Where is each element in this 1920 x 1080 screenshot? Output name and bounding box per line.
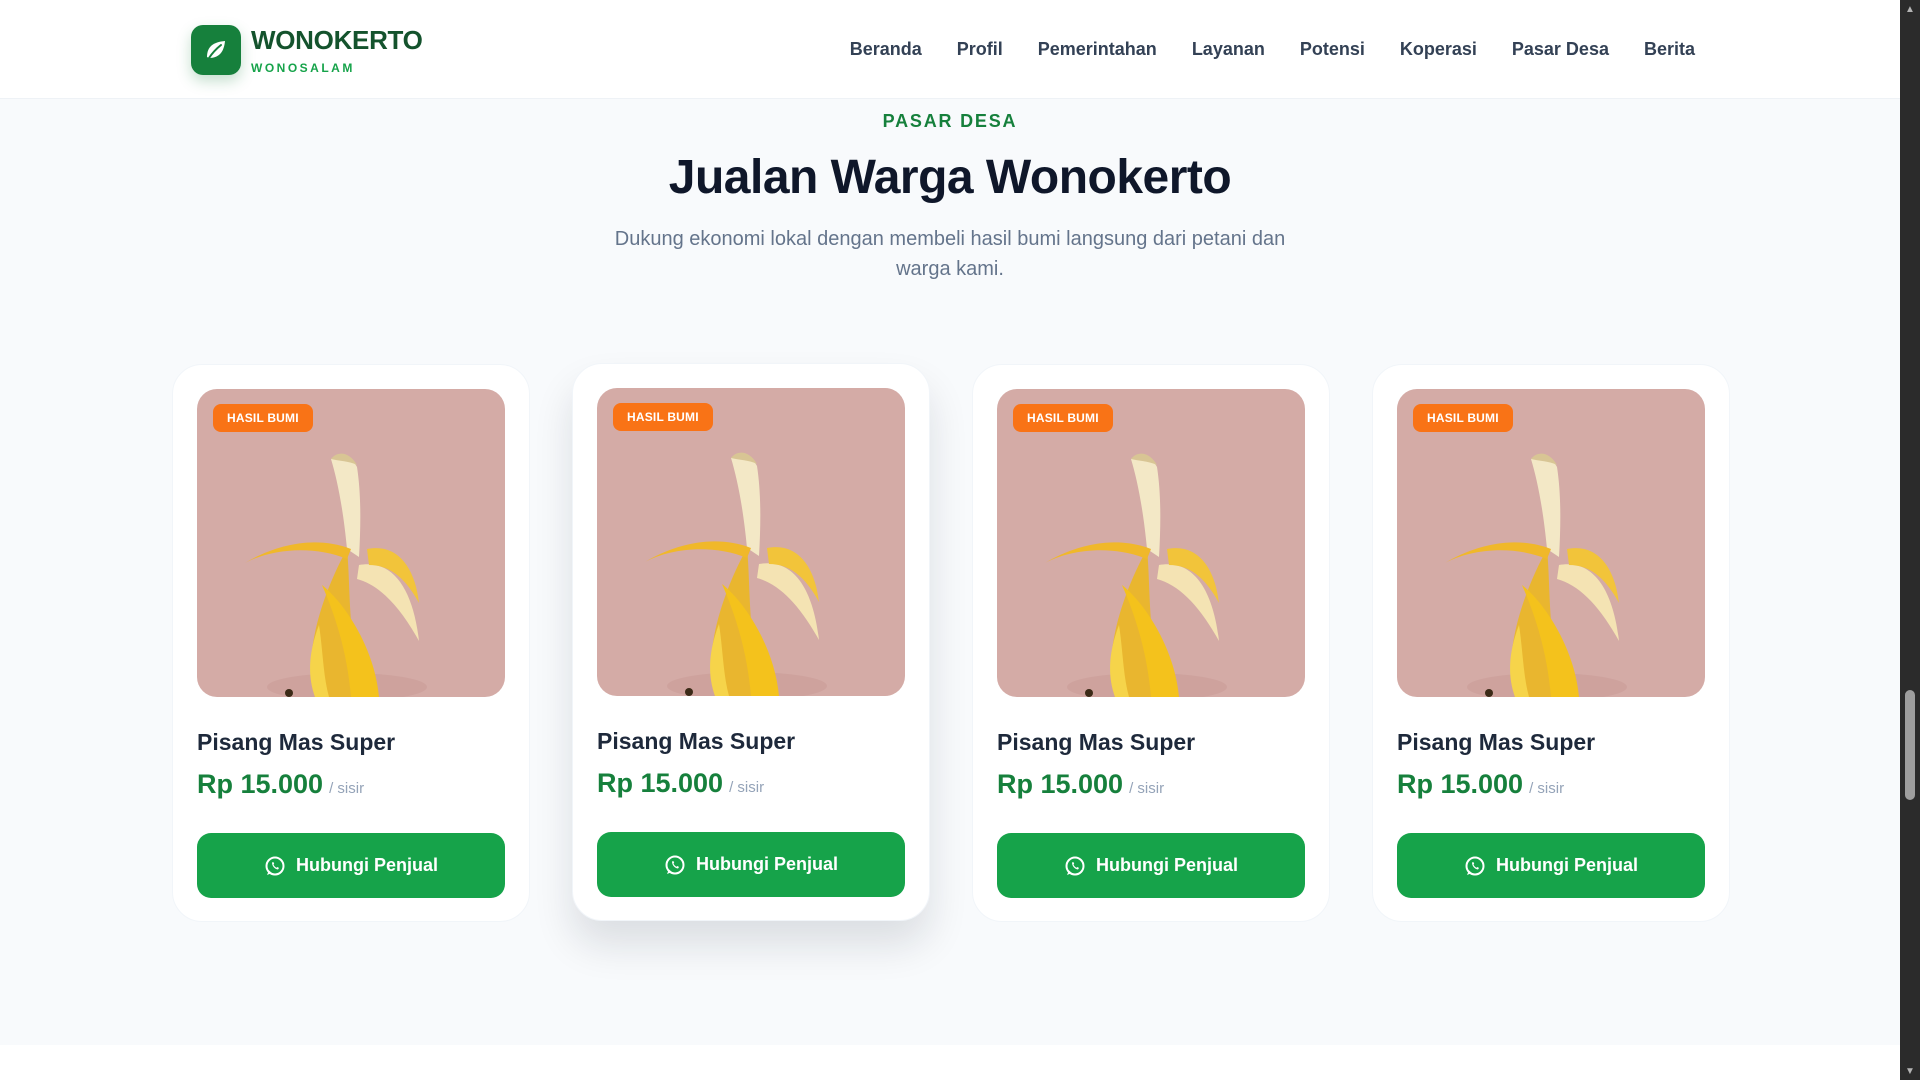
price-row: Rp 15.000 / sisir xyxy=(197,769,364,800)
banana-image: HASIL BUMI xyxy=(197,389,505,697)
category-badge: HASIL BUMI xyxy=(1013,404,1113,432)
whatsapp-icon xyxy=(664,854,686,876)
product-card[interactable]: HASIL BUMI Pisang Mas Super Rp 15.000 / … xyxy=(1372,364,1730,922)
price-unit: / sisir xyxy=(1129,780,1165,797)
price-unit: / sisir xyxy=(1529,780,1565,797)
category-badge: HASIL BUMI xyxy=(613,403,713,431)
contact-seller-label: Hubungi Penjual xyxy=(296,855,438,875)
contact-seller-label: Hubungi Penjual xyxy=(696,854,838,874)
brand-subtitle: WONOSALAM xyxy=(251,60,355,75)
banana-image: HASIL BUMI xyxy=(597,388,905,696)
contact-seller-button[interactable]: Hubungi Penjual xyxy=(997,833,1305,898)
product-price: Rp 15.000 xyxy=(1397,769,1524,799)
nav-item-profil[interactable]: Profil xyxy=(957,39,1003,60)
nav-item-beranda[interactable]: Beranda xyxy=(850,39,922,60)
category-badge: HASIL BUMI xyxy=(213,404,313,432)
product-card[interactable]: HASIL BUMI Pisang Mas Super Rp 15.000 / … xyxy=(572,363,930,921)
contact-seller-label: Hubungi Penjual xyxy=(1496,855,1638,875)
navbar: WONOKERTO WONOSALAM Beranda Profil Pemer… xyxy=(0,0,1900,99)
nav-item-berita[interactable]: Berita xyxy=(1644,39,1695,60)
price-unit: / sisir xyxy=(729,779,765,796)
price-row: Rp 15.000 / sisir xyxy=(997,769,1164,800)
brand-name: WONOKERTO xyxy=(251,24,423,55)
product-card[interactable]: HASIL BUMI Pisang Mas Super Rp 15.000 / … xyxy=(972,364,1330,922)
scroll-down-arrow-icon[interactable]: ▼ xyxy=(1900,1062,1920,1080)
product-price: Rp 15.000 xyxy=(597,768,724,798)
product-name: Pisang Mas Super xyxy=(597,728,796,754)
section-eyebrow: PASAR DESA xyxy=(882,111,1018,131)
nav-item-layanan[interactable]: Layanan xyxy=(1192,39,1265,60)
nav-item-pemerintahan[interactable]: Pemerintahan xyxy=(1038,39,1157,60)
next-section-edge xyxy=(0,1045,1900,1080)
product-price: Rp 15.000 xyxy=(997,769,1124,799)
brand[interactable]: WONOKERTO WONOSALAM xyxy=(191,25,423,75)
vertical-scrollbar[interactable]: ▲ ▼ xyxy=(1900,0,1920,1080)
contact-seller-button[interactable]: Hubungi Penjual xyxy=(597,832,905,897)
product-price: Rp 15.000 xyxy=(197,769,324,799)
product-name: Pisang Mas Super xyxy=(1397,729,1596,755)
product-name: Pisang Mas Super xyxy=(197,729,396,755)
section-subtitle: Dukung ekonomi lokal dengan membeli hasi… xyxy=(614,228,1286,280)
nav-item-potensi[interactable]: Potensi xyxy=(1300,39,1365,60)
whatsapp-icon xyxy=(1464,855,1486,877)
scroll-up-arrow-icon[interactable]: ▲ xyxy=(1900,0,1920,18)
whatsapp-icon xyxy=(1064,855,1086,877)
price-row: Rp 15.000 / sisir xyxy=(1397,769,1564,800)
product-grid: HASIL BUMI Pisang Mas Super Rp 15.000 / … xyxy=(172,363,1732,924)
banana-image: HASIL BUMI xyxy=(1397,389,1705,697)
product-card[interactable]: HASIL BUMI Pisang Mas Super Rp 15.000 / … xyxy=(172,364,530,922)
leaf-icon xyxy=(191,25,241,75)
main-nav: Beranda Profil Pemerintahan Layanan Pote… xyxy=(850,0,1695,99)
whatsapp-icon xyxy=(264,855,286,877)
price-row: Rp 15.000 / sisir xyxy=(597,768,764,799)
page-viewport: WONOKERTO WONOSALAM Beranda Profil Pemer… xyxy=(0,0,1900,1080)
section-title: Jualan Warga Wonokerto xyxy=(668,151,1232,204)
price-unit: / sisir xyxy=(329,780,365,797)
nav-item-koperasi[interactable]: Koperasi xyxy=(1400,39,1477,60)
product-name: Pisang Mas Super xyxy=(997,729,1196,755)
nav-item-pasar-desa[interactable]: Pasar Desa xyxy=(1512,39,1609,60)
scrollbar-thumb[interactable] xyxy=(1905,690,1915,800)
banana-image: HASIL BUMI xyxy=(997,389,1305,697)
contact-seller-button[interactable]: Hubungi Penjual xyxy=(197,833,505,898)
contact-seller-button[interactable]: Hubungi Penjual xyxy=(1397,833,1705,898)
category-badge: HASIL BUMI xyxy=(1413,404,1513,432)
contact-seller-label: Hubungi Penjual xyxy=(1096,855,1238,875)
